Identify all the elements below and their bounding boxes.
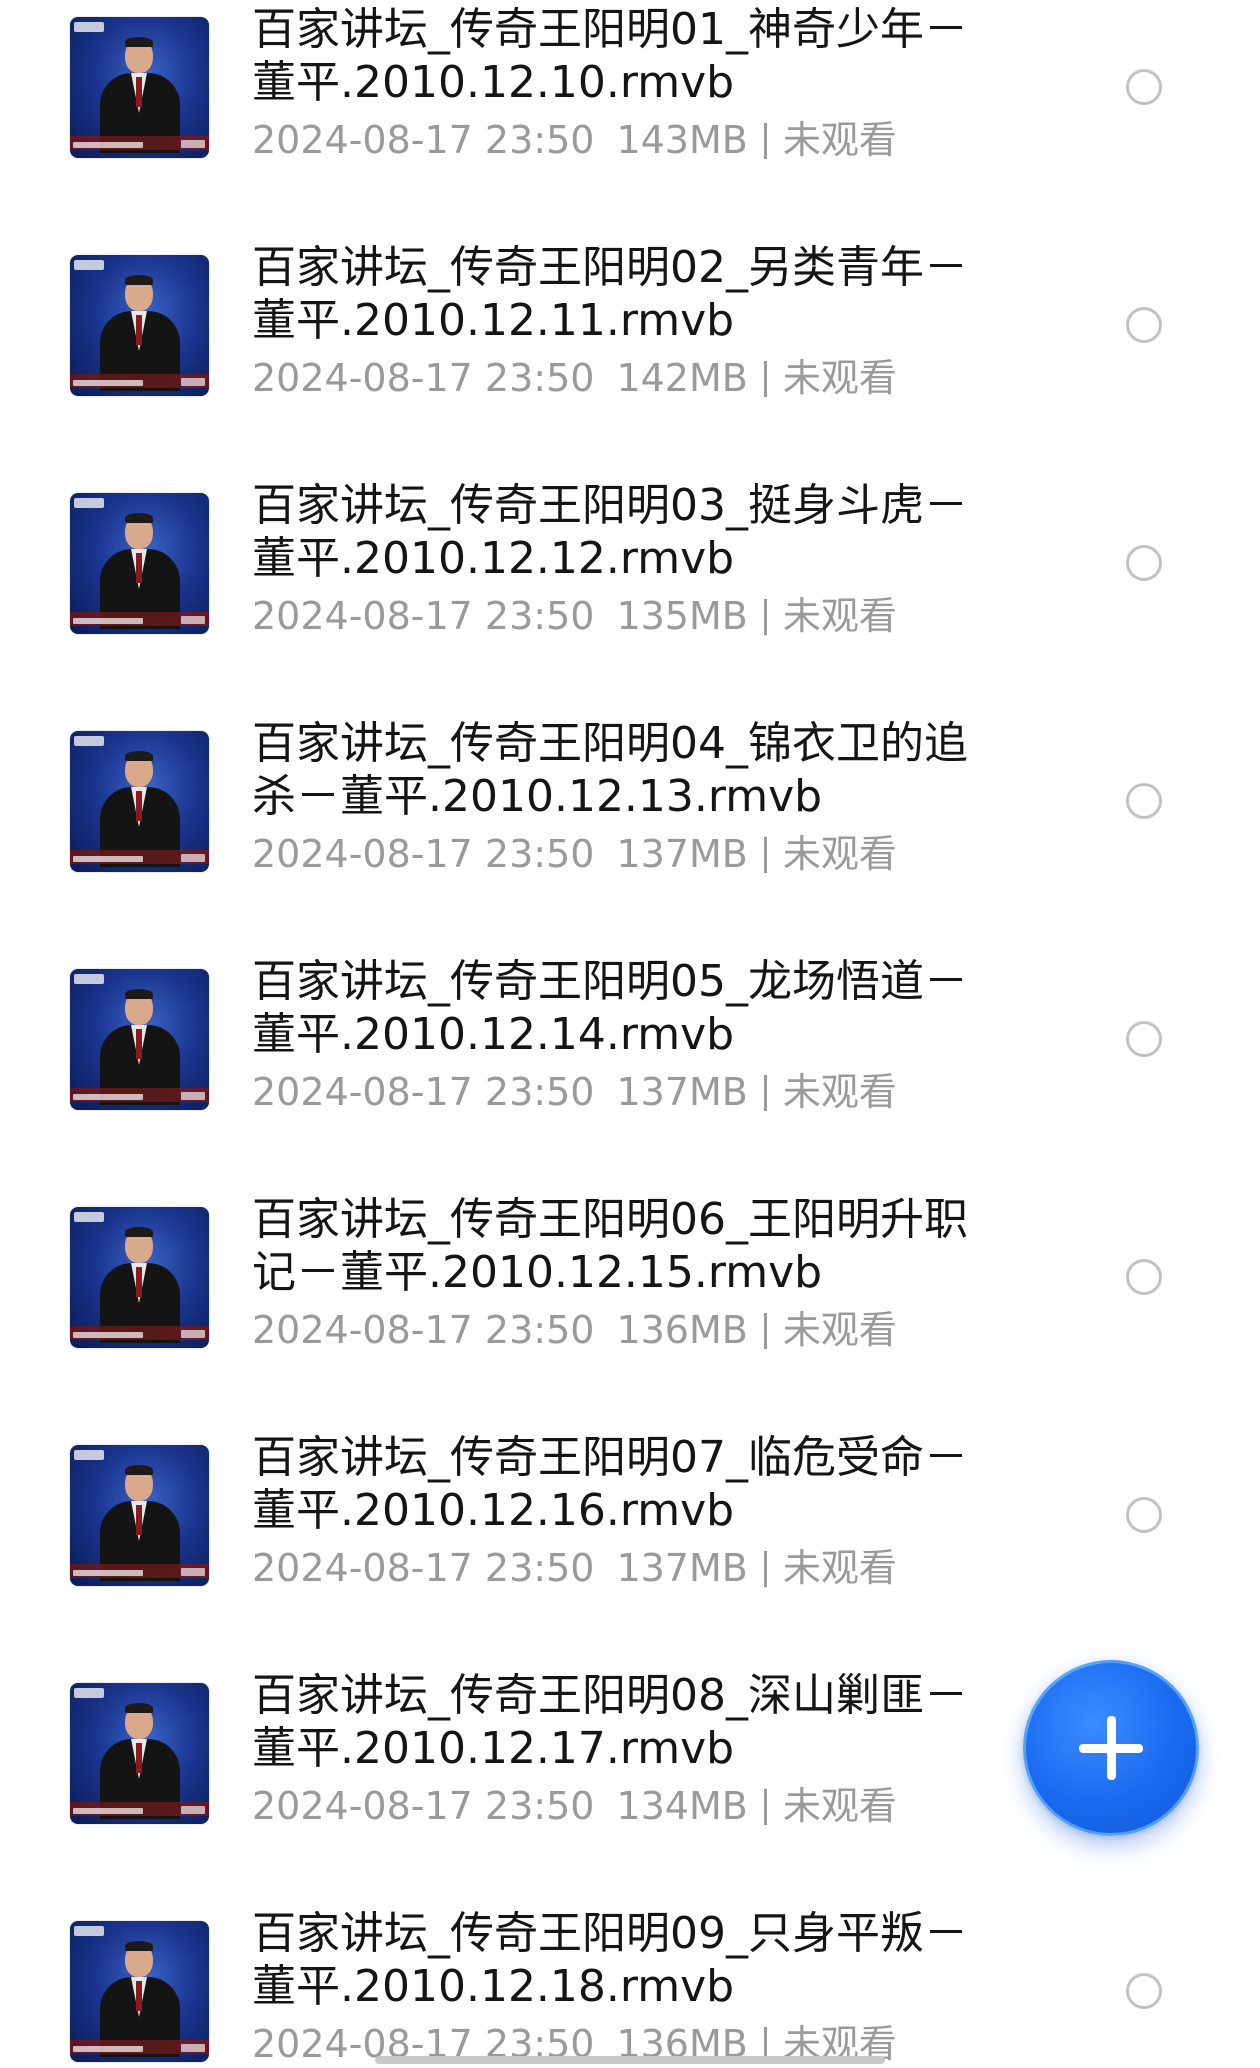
channel-logo bbox=[74, 498, 104, 508]
file-title: 百家讲坛_传奇王阳明08_深山剿匪－董平.2010.12.17.rmvb bbox=[252, 1670, 968, 1774]
thumbnail-caption bbox=[73, 142, 143, 148]
file-meta: 2024-08-17 23:50 135MB 未观看 bbox=[252, 592, 992, 640]
watch-status: 未观看 bbox=[782, 1308, 897, 1352]
file-size: 134MB bbox=[616, 1784, 748, 1828]
thumbnail-caption bbox=[73, 1808, 143, 1814]
channel-logo bbox=[74, 22, 104, 32]
file-size: 143MB bbox=[616, 118, 748, 162]
channel-logo bbox=[74, 1926, 104, 1936]
video-thumbnail bbox=[70, 493, 209, 634]
thumbnail-caption bbox=[73, 380, 143, 386]
watch-status: 未观看 bbox=[782, 118, 897, 162]
file-title: 百家讲坛_传奇王阳明06_王阳明升职记－董平.2010.12.15.rmvb bbox=[252, 1194, 968, 1298]
divider bbox=[763, 1313, 767, 1349]
select-radio[interactable] bbox=[1126, 545, 1162, 581]
select-radio[interactable] bbox=[1126, 1973, 1162, 2009]
watch-status: 未观看 bbox=[782, 1784, 897, 1828]
video-thumbnail bbox=[70, 1683, 209, 1824]
file-date: 2024-08-17 23:50 bbox=[252, 118, 595, 162]
file-date: 2024-08-17 23:50 bbox=[252, 1784, 595, 1828]
select-radio[interactable] bbox=[1126, 1259, 1162, 1295]
divider bbox=[763, 837, 767, 873]
divider bbox=[763, 1075, 767, 1111]
watch-status: 未观看 bbox=[782, 356, 897, 400]
divider bbox=[763, 599, 767, 635]
video-thumbnail bbox=[70, 969, 209, 1110]
file-date: 2024-08-17 23:50 bbox=[252, 832, 595, 876]
video-thumbnail bbox=[70, 255, 209, 396]
file-title: 百家讲坛_传奇王阳明02_另类青年－董平.2010.12.11.rmvb bbox=[252, 242, 968, 346]
select-radio[interactable] bbox=[1126, 783, 1162, 819]
video-thumbnail bbox=[70, 1445, 209, 1586]
file-title: 百家讲坛_传奇王阳明03_挺身斗虎－董平.2010.12.12.rmvb bbox=[252, 480, 968, 584]
channel-logo bbox=[74, 736, 104, 746]
list-item[interactable]: 百家讲坛_传奇王阳明02_另类青年－董平.2010.12.11.rmvb 2024… bbox=[0, 238, 1260, 476]
thumbnail-caption bbox=[73, 1570, 143, 1576]
channel-logo bbox=[74, 1688, 104, 1698]
channel-logo bbox=[74, 1212, 104, 1222]
watch-status: 未观看 bbox=[782, 594, 897, 638]
file-meta: 2024-08-17 23:50 137MB 未观看 bbox=[252, 1544, 992, 1592]
video-thumbnail bbox=[70, 1921, 209, 2062]
channel-logo bbox=[74, 260, 104, 270]
thumbnail-caption bbox=[73, 2046, 143, 2052]
list-item[interactable]: 百家讲坛_传奇王阳明09_只身平叛－董平.2010.12.18.rmvb 2024… bbox=[0, 1904, 1260, 2068]
thumbnail-caption bbox=[73, 1332, 143, 1338]
divider bbox=[763, 1551, 767, 1587]
video-thumbnail bbox=[70, 17, 209, 158]
list-item[interactable]: 百家讲坛_传奇王阳明01_神奇少年－董平.2010.12.10.rmvb 2024… bbox=[0, 0, 1260, 238]
home-indicator[interactable] bbox=[375, 2056, 885, 2064]
thumbnail-caption bbox=[73, 618, 143, 624]
list-item[interactable]: 百家讲坛_传奇王阳明03_挺身斗虎－董平.2010.12.12.rmvb 2024… bbox=[0, 476, 1260, 714]
watch-status: 未观看 bbox=[782, 1546, 897, 1590]
file-date: 2024-08-17 23:50 bbox=[252, 1070, 595, 1114]
divider bbox=[763, 361, 767, 397]
file-size: 135MB bbox=[616, 594, 748, 638]
watch-status: 未观看 bbox=[782, 832, 897, 876]
file-meta: 2024-08-17 23:50 134MB 未观看 bbox=[252, 1782, 992, 1830]
video-thumbnail bbox=[70, 1207, 209, 1348]
select-radio[interactable] bbox=[1126, 307, 1162, 343]
file-date: 2024-08-17 23:50 bbox=[252, 1308, 595, 1352]
file-title: 百家讲坛_传奇王阳明01_神奇少年－董平.2010.12.10.rmvb bbox=[252, 4, 968, 108]
thumbnail-caption bbox=[73, 1094, 143, 1100]
file-title: 百家讲坛_传奇王阳明09_只身平叛－董平.2010.12.18.rmvb bbox=[252, 1908, 968, 2012]
list-item[interactable]: 百家讲坛_传奇王阳明07_临危受命－董平.2010.12.16.rmvb 2024… bbox=[0, 1428, 1260, 1666]
file-meta: 2024-08-17 23:50 143MB 未观看 bbox=[252, 116, 992, 164]
file-size: 137MB bbox=[616, 1546, 748, 1590]
select-radio[interactable] bbox=[1126, 1021, 1162, 1057]
select-radio[interactable] bbox=[1126, 69, 1162, 105]
divider bbox=[763, 1789, 767, 1825]
list-item[interactable]: 百家讲坛_传奇王阳明06_王阳明升职记－董平.2010.12.15.rmvb 20… bbox=[0, 1190, 1260, 1428]
file-size: 137MB bbox=[616, 832, 748, 876]
file-date: 2024-08-17 23:50 bbox=[252, 356, 595, 400]
watch-status: 未观看 bbox=[782, 1070, 897, 1114]
file-title: 百家讲坛_传奇王阳明07_临危受命－董平.2010.12.16.rmvb bbox=[252, 1432, 968, 1536]
divider bbox=[763, 123, 767, 159]
thumbnail-caption bbox=[73, 856, 143, 862]
select-radio[interactable] bbox=[1126, 1497, 1162, 1533]
channel-logo bbox=[74, 974, 104, 984]
file-meta: 2024-08-17 23:50 137MB 未观看 bbox=[252, 1068, 992, 1116]
file-meta: 2024-08-17 23:50 142MB 未观看 bbox=[252, 354, 992, 402]
file-meta: 2024-08-17 23:50 137MB 未观看 bbox=[252, 830, 992, 878]
file-size: 136MB bbox=[616, 1308, 748, 1352]
file-date: 2024-08-17 23:50 bbox=[252, 594, 595, 638]
add-button[interactable] bbox=[1023, 1660, 1199, 1836]
file-date: 2024-08-17 23:50 bbox=[252, 1546, 595, 1590]
file-title: 百家讲坛_传奇王阳明05_龙场悟道－董平.2010.12.14.rmvb bbox=[252, 956, 968, 1060]
file-size: 142MB bbox=[616, 356, 748, 400]
file-meta: 2024-08-17 23:50 136MB 未观看 bbox=[252, 1306, 992, 1354]
list-item[interactable]: 百家讲坛_传奇王阳明05_龙场悟道－董平.2010.12.14.rmvb 2024… bbox=[0, 952, 1260, 1190]
file-size: 137MB bbox=[616, 1070, 748, 1114]
channel-logo bbox=[74, 1450, 104, 1460]
list-item[interactable]: 百家讲坛_传奇王阳明04_锦衣卫的追杀－董平.2010.12.13.rmvb 20… bbox=[0, 714, 1260, 952]
video-thumbnail bbox=[70, 731, 209, 872]
file-title: 百家讲坛_传奇王阳明04_锦衣卫的追杀－董平.2010.12.13.rmvb bbox=[252, 718, 968, 822]
